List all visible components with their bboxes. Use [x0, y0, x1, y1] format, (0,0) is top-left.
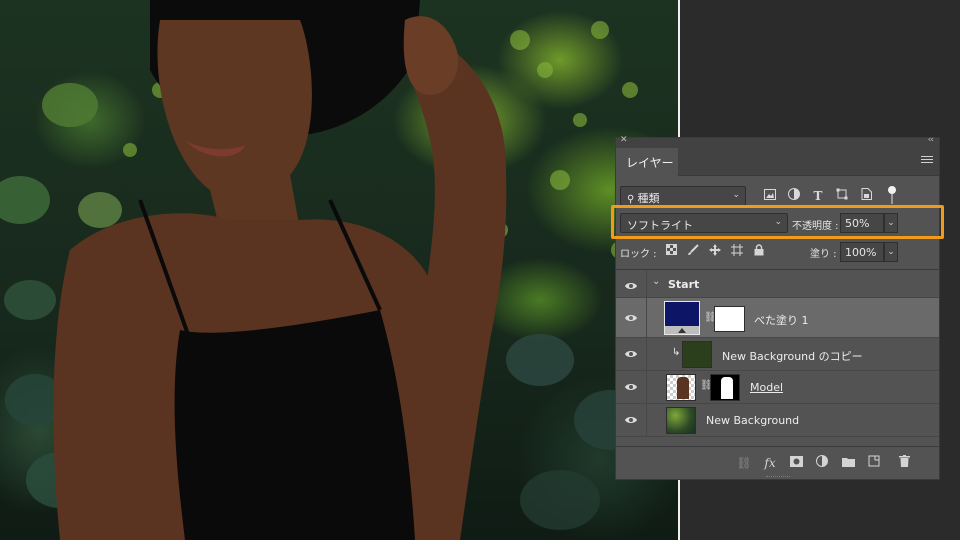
- layer-name: べた塗り 1: [754, 314, 809, 327]
- fill-input[interactable]: 100%: [840, 242, 884, 262]
- add-mask-icon[interactable]: [788, 455, 804, 471]
- blend-opacity-row: ソフトライト ⌄ 不透明度 : 50% ⌄: [616, 212, 939, 236]
- opacity-label: 不透明度 :: [792, 221, 839, 232]
- filter-kind-value: 種類: [637, 192, 660, 205]
- lock-label: ロック :: [620, 249, 657, 260]
- panel-footer-toolbar: ⛓ fx: [616, 446, 939, 479]
- filter-kind-dropdown[interactable]: ⚲ 種類 ⌄: [620, 186, 746, 206]
- filter-toggle-switch[interactable]: [888, 186, 896, 204]
- fill-color-thumbnail[interactable]: [664, 301, 700, 335]
- lock-fill-row: ロック : 塗り : 100% ⌄: [616, 241, 939, 263]
- layer-list: ⌄ Start ⛓ べた塗り 1 ↳ New Background のコピー ⛓…: [616, 269, 939, 437]
- fx-icon[interactable]: fx: [762, 455, 778, 471]
- layer-filter-row: ⚲ 種類 ⌄ T: [616, 186, 939, 208]
- blend-mode-value: ソフトライト: [627, 219, 693, 232]
- filter-smart-object-icon[interactable]: [858, 188, 874, 204]
- link-layers-icon[interactable]: ⛓: [736, 455, 752, 471]
- layer-thumbnail[interactable]: [682, 341, 712, 368]
- tab-layers[interactable]: レイヤー: [616, 148, 678, 176]
- filter-type-icon[interactable]: T: [810, 188, 826, 204]
- blend-mode-dropdown[interactable]: ソフトライト ⌄: [620, 213, 788, 233]
- opacity-input[interactable]: 50%: [840, 213, 884, 233]
- layer-name: Model: [750, 381, 784, 394]
- new-layer-icon[interactable]: [866, 455, 882, 471]
- lock-all-icon[interactable]: [752, 244, 766, 258]
- eye-icon[interactable]: [624, 414, 638, 426]
- layer-row-start-group[interactable]: ⌄ Start: [616, 270, 939, 298]
- photo-canvas[interactable]: [0, 0, 680, 540]
- trash-icon[interactable]: [896, 455, 912, 471]
- panel-title-bar: ✕ ‹‹: [616, 135, 939, 148]
- layers-panel: ✕ ‹‹ レイヤー ⚲ 種類 ⌄ T ソフトライト ⌄ 不透明度 : 50% ⌄…: [615, 135, 940, 480]
- folder-icon[interactable]: [840, 455, 856, 471]
- layer-thumbnail[interactable]: [666, 374, 696, 401]
- layer-row-solid-fill[interactable]: ⛓ べた塗り 1: [616, 298, 939, 338]
- filter-shape-icon[interactable]: [834, 188, 850, 204]
- filter-pixel-icon[interactable]: [762, 188, 778, 204]
- layer-mask-thumbnail[interactable]: [710, 374, 740, 401]
- chevron-down-icon: ⌄: [774, 217, 782, 227]
- link-icon[interactable]: ⛓: [704, 312, 717, 326]
- lock-transparent-pixels-icon[interactable]: [664, 244, 678, 258]
- panel-menu-icon[interactable]: [921, 156, 933, 166]
- fill-label: 塗り :: [810, 249, 837, 260]
- layer-row-model[interactable]: ⛓ Model: [616, 371, 939, 404]
- opacity-slider-toggle[interactable]: ⌄: [884, 213, 898, 233]
- eye-icon[interactable]: [624, 381, 638, 393]
- layer-name: New Background: [706, 414, 800, 427]
- layer-row-new-background[interactable]: New Background: [616, 404, 939, 437]
- clipping-mask-arrow-icon: ↳: [672, 347, 681, 358]
- fill-slider-toggle[interactable]: ⌄: [884, 242, 898, 262]
- link-icon[interactable]: ⛓: [700, 380, 713, 394]
- layer-mask-thumbnail[interactable]: [714, 306, 745, 332]
- filter-adjustment-icon[interactable]: [786, 188, 802, 204]
- lock-image-pixels-icon[interactable]: [686, 244, 700, 258]
- search-icon: ⚲: [627, 194, 638, 205]
- close-panel-icon[interactable]: ✕: [620, 135, 628, 145]
- lock-position-icon[interactable]: [708, 244, 722, 258]
- adjustment-layer-icon[interactable]: [814, 455, 830, 471]
- collapse-panel-icon[interactable]: ‹‹: [928, 135, 934, 145]
- expand-group-chevron-icon[interactable]: ⌄: [652, 276, 660, 287]
- layer-row-background-copy[interactable]: ↳ New Background のコピー: [616, 338, 939, 371]
- panel-resize-grip[interactable]: [766, 476, 790, 478]
- photo-illustration: [0, 0, 676, 540]
- layer-name: Start: [668, 278, 700, 291]
- chevron-down-icon: ⌄: [732, 190, 740, 200]
- panel-tab-bar: レイヤー: [616, 148, 939, 176]
- eye-icon[interactable]: [624, 280, 638, 292]
- eye-icon[interactable]: [624, 312, 638, 324]
- layer-thumbnail[interactable]: [666, 407, 696, 434]
- lock-artboard-icon[interactable]: [730, 244, 744, 258]
- eye-icon[interactable]: [624, 348, 638, 360]
- layer-name: New Background のコピー: [722, 350, 863, 363]
